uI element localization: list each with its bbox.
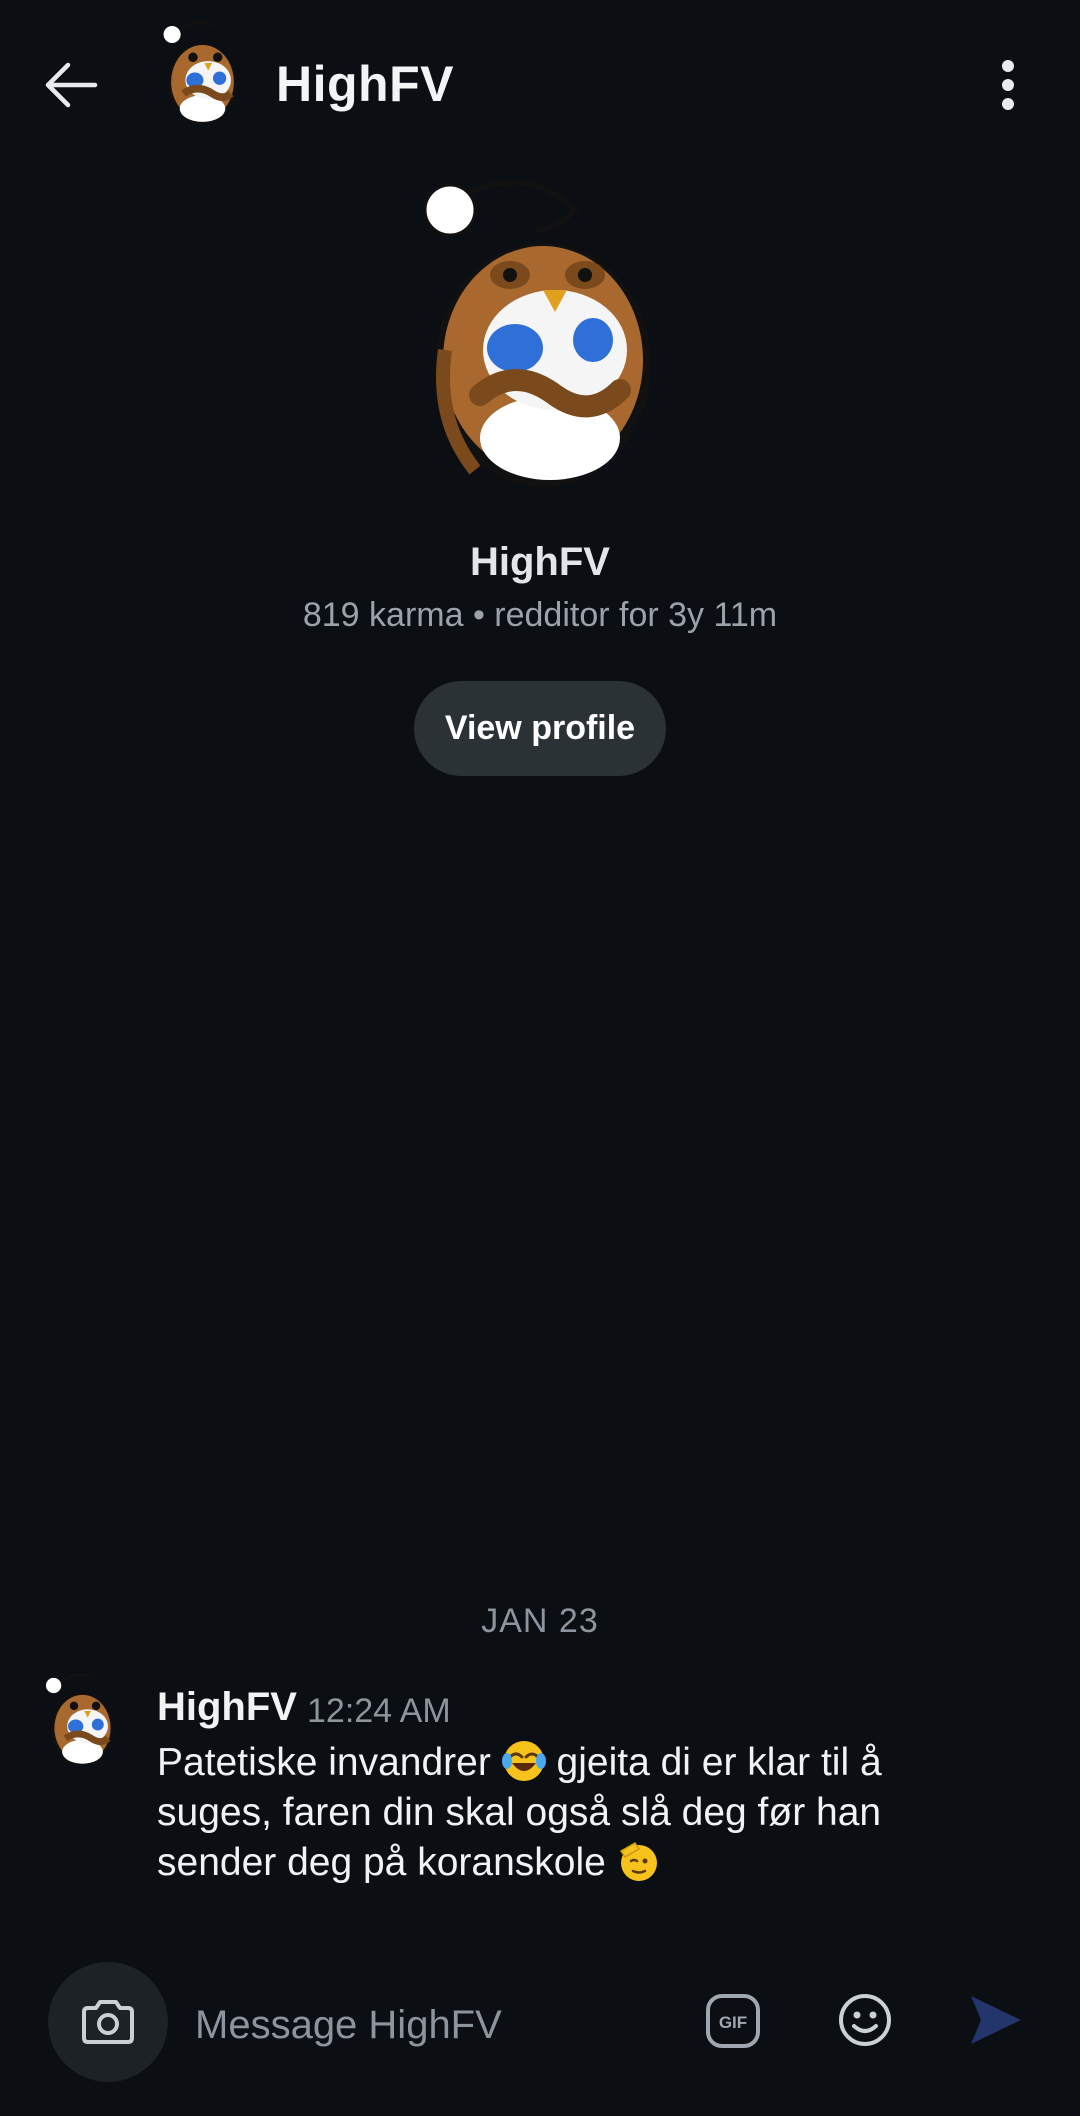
message-timestamp: 12:24 AM bbox=[307, 1692, 451, 1730]
chat-header: HighFV bbox=[0, 0, 1080, 170]
more-vertical-icon bbox=[1001, 60, 1014, 110]
profile-karma-age: 819 karma • redditor for 3y 11m bbox=[302, 596, 778, 634]
avatar[interactable] bbox=[155, 15, 250, 130]
message-input[interactable] bbox=[195, 1980, 665, 2070]
emoji-button[interactable] bbox=[830, 1985, 900, 2055]
arrow-left-icon bbox=[45, 62, 98, 108]
owl-avatar-icon bbox=[45, 1673, 114, 1766]
chat-title: HighFV bbox=[276, 56, 454, 112]
more-options-button[interactable] bbox=[975, 50, 1040, 120]
owl-avatar-icon bbox=[163, 21, 237, 124]
smiley-icon bbox=[839, 1994, 891, 2046]
message-composer: GIF bbox=[0, 1940, 1080, 2116]
date-separator: JAN 23 bbox=[481, 1602, 599, 1640]
send-button[interactable] bbox=[960, 1985, 1030, 2055]
face-with-tears-of-joy-icon bbox=[501, 1741, 546, 1781]
message-author[interactable]: HighFV bbox=[157, 1685, 297, 1730]
gif-icon: GIF bbox=[705, 1993, 760, 2048]
back-button[interactable] bbox=[30, 45, 110, 125]
send-icon bbox=[971, 1996, 1021, 2044]
gif-button[interactable]: GIF bbox=[700, 1988, 765, 2053]
camera-button[interactable] bbox=[48, 1962, 168, 2082]
message-text-part: Patetiske invandrer bbox=[157, 1741, 502, 1784]
camera-icon bbox=[82, 2000, 134, 2044]
owl-avatar-icon bbox=[423, 179, 651, 487]
profile-username: HighFV bbox=[470, 540, 610, 584]
message-avatar[interactable] bbox=[40, 1662, 125, 1777]
view-profile-button[interactable]: View profile bbox=[414, 681, 666, 776]
message-text: Patetiske invandrer gjeita di er klar ti… bbox=[157, 1738, 957, 1888]
gif-label: GIF bbox=[718, 2013, 746, 2032]
saluting-face-icon bbox=[619, 1842, 657, 1881]
profile-avatar[interactable] bbox=[415, 170, 665, 495]
